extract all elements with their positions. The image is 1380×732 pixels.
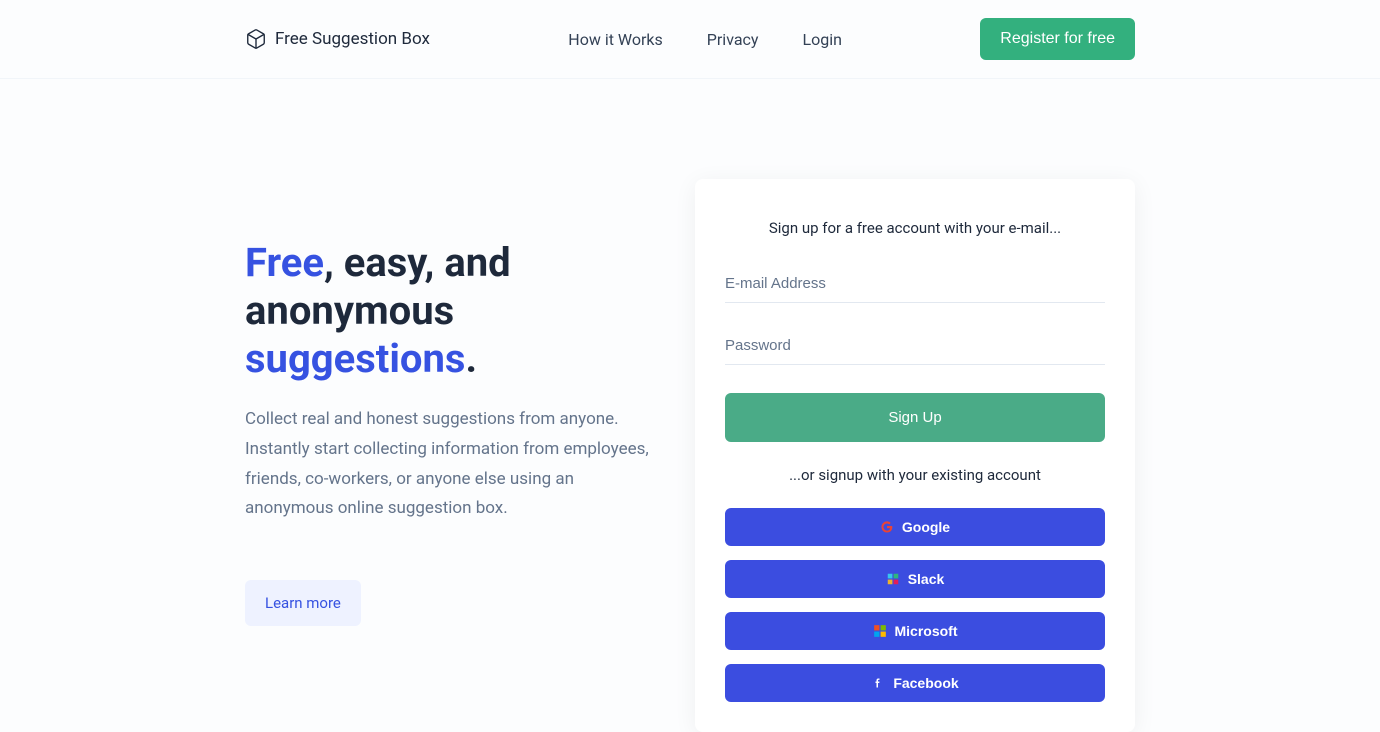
main-nav: How it Works Privacy Login	[568, 30, 842, 49]
learn-more-button[interactable]: Learn more	[245, 580, 361, 626]
hero-title-free: Free	[245, 239, 324, 286]
oauth-facebook-button[interactable]: Facebook	[725, 664, 1105, 702]
microsoft-icon	[873, 624, 887, 638]
oauth-google-button[interactable]: Google	[725, 508, 1105, 546]
signup-title: Sign up for a free account with your e-m…	[725, 219, 1105, 237]
password-field[interactable]	[725, 327, 1105, 365]
oauth-slack-button[interactable]: Slack	[725, 560, 1105, 598]
hero-section: Free, easy, and anonymous suggestions. C…	[245, 179, 1135, 732]
facebook-icon	[871, 676, 885, 690]
hero-title: Free, easy, and anonymous suggestions.	[245, 239, 655, 383]
hero-content: Free, easy, and anonymous suggestions. C…	[245, 179, 655, 626]
email-field[interactable]	[725, 265, 1105, 303]
nav-privacy[interactable]: Privacy	[707, 30, 759, 49]
logo[interactable]: Free Suggestion Box	[245, 28, 430, 50]
oauth-divider-text: ...or signup with your existing account	[725, 466, 1105, 484]
oauth-facebook-label: Facebook	[893, 675, 958, 691]
signup-card: Sign up for a free account with your e-m…	[695, 179, 1135, 732]
nav-how-it-works[interactable]: How it Works	[568, 30, 663, 49]
google-icon	[880, 520, 894, 534]
register-button[interactable]: Register for free	[980, 18, 1135, 60]
oauth-microsoft-button[interactable]: Microsoft	[725, 612, 1105, 650]
oauth-microsoft-label: Microsoft	[895, 623, 958, 639]
hero-description: Collect real and honest suggestions from…	[245, 405, 655, 524]
slack-icon	[886, 572, 900, 586]
logo-text: Free Suggestion Box	[275, 29, 430, 49]
hero-title-suggestions: suggestions	[245, 335, 465, 382]
signup-button[interactable]: Sign Up	[725, 393, 1105, 442]
oauth-google-label: Google	[902, 519, 950, 535]
oauth-slack-label: Slack	[908, 571, 945, 587]
hero-title-end: .	[465, 335, 477, 382]
box-icon	[245, 28, 267, 50]
site-header: Free Suggestion Box How it Works Privacy…	[0, 0, 1380, 79]
nav-login[interactable]: Login	[802, 30, 841, 49]
